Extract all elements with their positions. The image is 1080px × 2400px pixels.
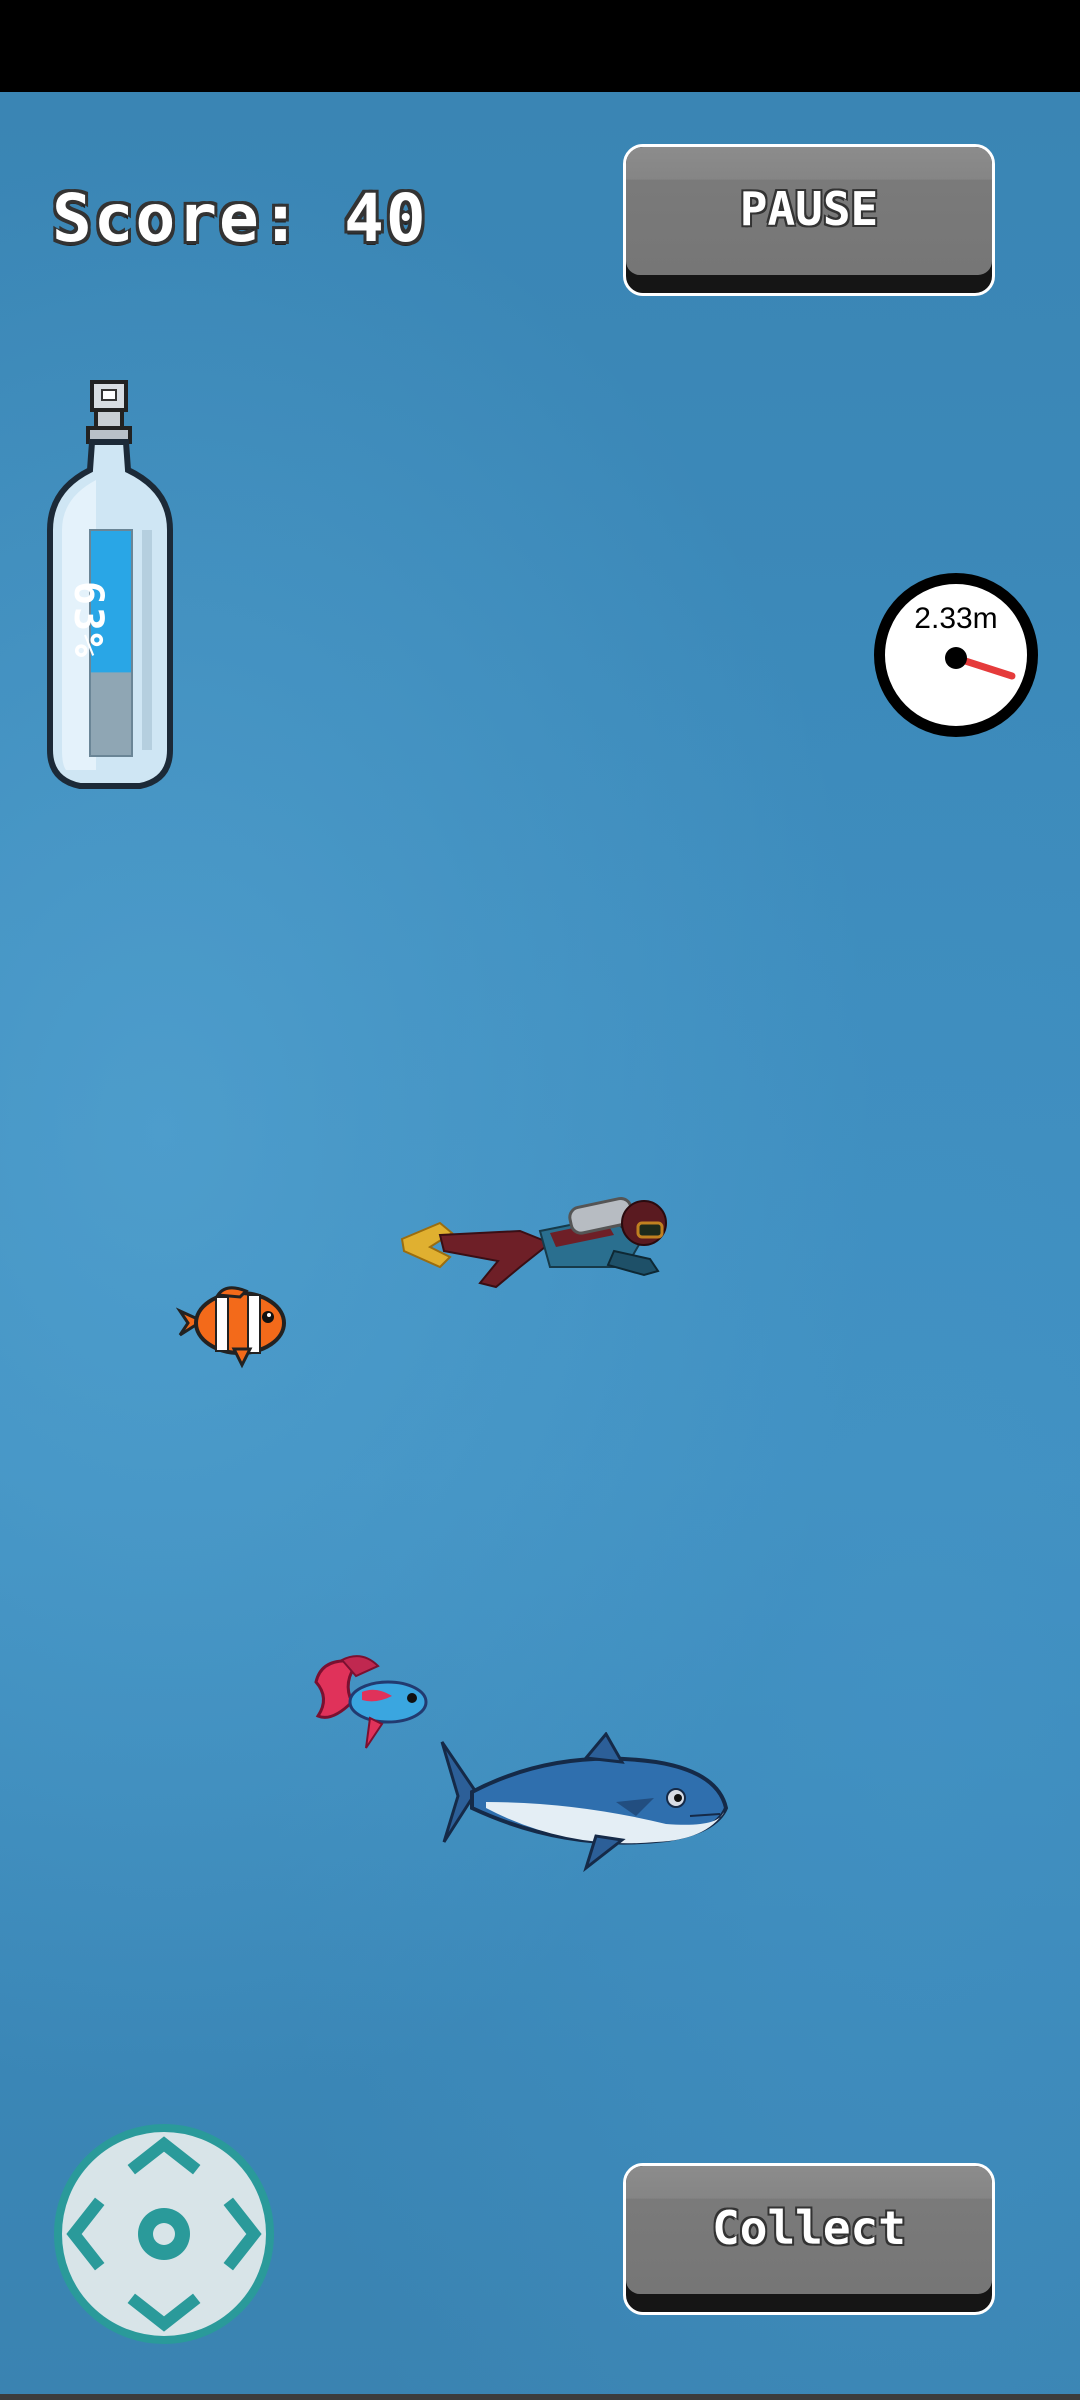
pause-button-label: PAUSE	[739, 182, 879, 236]
betta-fish-sprite	[314, 1655, 428, 1749]
clownfish-sprite	[176, 1286, 286, 1369]
depth-gauge-icon: 2.33m	[874, 573, 1038, 737]
collect-button-label: Collect	[712, 2201, 906, 2255]
depth-readout: 2.33m	[914, 602, 998, 635]
dpad-down-button[interactable]	[124, 2276, 204, 2346]
navigation-bar	[0, 2394, 1080, 2400]
collect-button[interactable]: Collect	[623, 2163, 995, 2315]
dpad-left-button[interactable]	[52, 2194, 122, 2274]
dpad-up-button[interactable]	[124, 2122, 204, 2192]
status-bar	[0, 0, 1080, 92]
diver-sprite	[400, 1196, 667, 1289]
pause-button[interactable]: PAUSE	[623, 144, 995, 296]
score-display: Score: 40	[52, 180, 428, 257]
dpad-control[interactable]	[52, 2122, 276, 2346]
dpad-right-button[interactable]	[206, 2194, 276, 2274]
game-scene[interactable]: Score: 40 PAUSE 63% 2.33m Collect	[0, 92, 1080, 2400]
tuna-sprite	[440, 1732, 729, 1873]
oxygen-percentage: 63%	[65, 580, 111, 660]
